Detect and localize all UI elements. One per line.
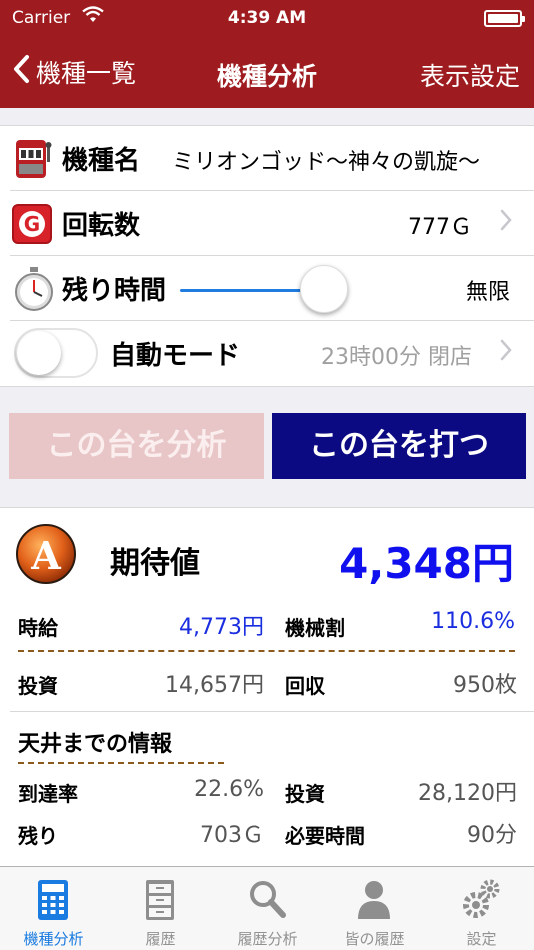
expected-value-label: 期待値 [110, 546, 200, 581]
machine-name-row: 機種名 ミリオンゴッド〜神々の凱旋〜 [0, 126, 534, 191]
closing-time-value[interactable]: 23時00分 閉店 [321, 339, 472, 371]
stopwatch-icon [12, 266, 56, 312]
top-bar: Carrier 4:39 AM 機種一覧 機種分析 表示設定 [0, 0, 534, 108]
machine-rate-value: 110.6% [431, 609, 515, 634]
reach-rate-value: 22.6% [194, 777, 264, 802]
required-time-value: 90分 [467, 823, 517, 848]
hourly-value: 4,773円 [179, 615, 264, 640]
machine-rate-label: 機械割 [285, 616, 345, 640]
remaining-games-value: 703Ｇ [200, 823, 264, 848]
tab-history[interactable]: 履歴 [107, 867, 214, 950]
auto-mode-row: 自動モード 23時00分 閉店 [0, 321, 534, 386]
remaining-time-value: 無限 [465, 280, 510, 305]
spins-label: 回転数 [62, 211, 141, 241]
dashed-divider [18, 650, 515, 652]
analyze-button[interactable]: この台を分析 [9, 413, 264, 479]
expected-value: 4,348円 [339, 539, 514, 588]
investment-value: 14,657円 [165, 673, 264, 698]
tab-machine-analysis[interactable]: 機種分析 [0, 867, 107, 950]
person-icon [354, 877, 394, 923]
calculator-icon [33, 877, 73, 923]
game-count-icon: G [12, 204, 52, 244]
tab-label: 機種分析 [23, 930, 84, 948]
rank-a-icon: A [16, 524, 76, 584]
tab-history-analysis[interactable]: 履歴分析 [214, 867, 321, 950]
spins-row[interactable]: G 回転数 777Ｇ [0, 191, 534, 256]
remaining-time-row: 残り時間 無限 [0, 256, 534, 321]
chevron-right-icon [500, 335, 512, 368]
investment-label: 投資 [18, 674, 58, 698]
machine-name-value: ミリオンゴッド〜神々の凱旋〜 [172, 150, 481, 175]
tab-label: 設定 [466, 930, 497, 948]
remaining-time-label: 残り時間 [62, 276, 167, 306]
ceiling-info-heading: 天井までの情報 [18, 732, 173, 757]
spins-value: 777Ｇ [408, 215, 472, 240]
tab-everyone-history[interactable]: 皆の履歴 [321, 867, 428, 950]
magnifier-icon [247, 877, 287, 923]
clock: 4:39 AM [227, 8, 307, 28]
remaining-time-slider-knob[interactable] [300, 265, 348, 313]
remaining-games-label: 残り [18, 824, 58, 848]
navigation-bar: 機種一覧 機種分析 表示設定 [0, 40, 534, 106]
play-button[interactable]: この台を打つ [272, 413, 526, 479]
cabinet-icon [140, 877, 180, 923]
auto-mode-toggle[interactable] [14, 328, 98, 378]
tab-bar: 機種分析 履歴 履歴分析 皆の履歴 設定 [0, 866, 534, 950]
chevron-right-icon [500, 205, 512, 238]
rank-badge-letter: A [31, 533, 61, 578]
ceiling-investment-label: 投資 [285, 782, 325, 806]
battery-icon [484, 10, 525, 27]
divider [10, 711, 534, 712]
tab-settings[interactable]: 設定 [428, 867, 534, 950]
return-label: 回収 [285, 674, 325, 698]
dashed-divider [18, 762, 224, 764]
return-value: 950枚 [453, 673, 517, 698]
tab-label: 履歴分析 [237, 930, 298, 948]
auto-mode-label: 自動モード [110, 341, 241, 371]
settings-group: 機種名 ミリオンゴッド〜神々の凱旋〜 G 回転数 777Ｇ 残り時間 無限 自動… [0, 125, 534, 387]
display-settings-button[interactable]: 表示設定 [420, 57, 520, 93]
status-bar: Carrier 4:39 AM [0, 0, 534, 38]
ceiling-investment-value: 28,120円 [418, 781, 517, 806]
hourly-label: 時給 [18, 616, 58, 640]
slot-machine-icon [12, 138, 52, 180]
reach-rate-label: 到達率 [18, 782, 78, 806]
tab-label: 履歴 [145, 930, 176, 948]
gears-icon [461, 877, 501, 923]
tab-label: 皆の履歴 [344, 930, 405, 948]
required-time-label: 必要時間 [285, 824, 365, 848]
machine-name-label: 機種名 [62, 146, 141, 176]
